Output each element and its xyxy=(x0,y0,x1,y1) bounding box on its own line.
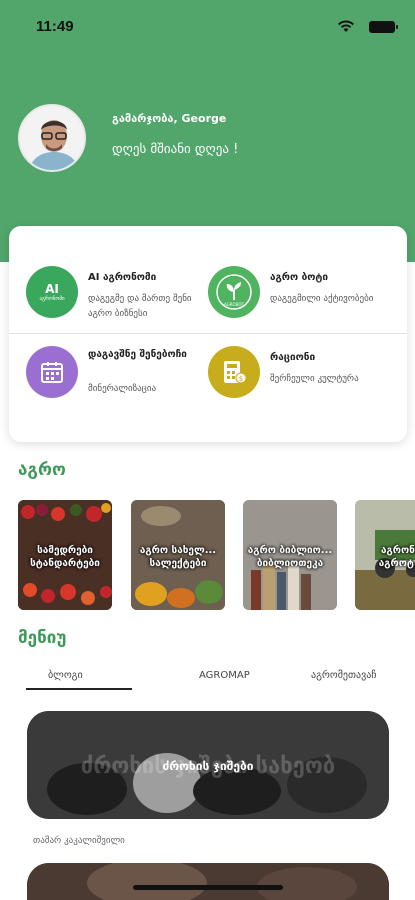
sprout-icon: AGROBOT xyxy=(216,274,252,310)
calendar-icon xyxy=(26,346,78,398)
header: 11:49 გამარჯობა, George დღეს მშიანი დღეა… xyxy=(0,0,415,262)
service-title: აგრო ბოტი xyxy=(270,272,329,283)
blog-card[interactable]: ძროხის ჯიშები სახეობ ძროხის ჯიშები xyxy=(27,711,389,819)
user-photo-icon xyxy=(20,106,84,170)
service-subtitle: მინერალიზაცია xyxy=(88,384,157,394)
agro-item[interactable]: აგრო სახელ... სალექტები xyxy=(131,500,225,610)
agro-item[interactable]: სამედრები სტანდარტები xyxy=(18,500,112,610)
status-bar: 11:49 xyxy=(36,16,398,38)
battery-icon xyxy=(369,21,398,33)
icon-subtext: აგრონომი xyxy=(39,296,65,302)
service-subtitle: დაგეგმილი აქტივობები xyxy=(270,294,374,304)
section-title-menu: მენიუ xyxy=(18,628,67,648)
agro-item-label: აგრონო აგროტ... xyxy=(378,545,415,569)
agro-item[interactable]: აგრო ბიბლიო... ბიბლიოთეკა xyxy=(243,500,337,610)
home-indicator xyxy=(133,885,283,890)
receipt-icon: $ xyxy=(224,361,247,384)
tab-blog[interactable]: ბლოგი xyxy=(48,670,83,681)
service-title: რაციონი xyxy=(270,352,316,363)
service-ai-agronomist[interactable]: AI აგრონომი AI აგრონომი დაგეგმე და მართე… xyxy=(26,266,216,346)
blog-author: თამარ კაკალიშვილი xyxy=(33,836,125,846)
agrobot-icon: AGROBOT xyxy=(208,266,260,318)
status-time: 11:49 xyxy=(36,18,74,35)
calculator-icon: $ xyxy=(208,346,260,398)
blog-card[interactable] xyxy=(27,863,389,900)
blog-image-icon xyxy=(27,863,389,900)
svg-text:$: $ xyxy=(239,375,243,383)
agro-item[interactable]: აგრონო აგროტ... xyxy=(355,500,415,610)
service-fertilizer[interactable]: დაგავშნე შენებოჩი მინერალიზაცია xyxy=(26,346,216,426)
calendar-grid-icon xyxy=(41,362,63,383)
menu-tabs: ბლოგი AGROMAP აგრომეთავაჩ xyxy=(18,666,415,692)
ai-agronomist-icon: AI აგრონომი xyxy=(26,266,78,318)
service-subtitle: დაგეგმე და მართე შენი აგრო ბიზნესი xyxy=(88,294,192,319)
blog-title: ძროხის ჯიშები xyxy=(162,759,254,773)
avatar[interactable] xyxy=(18,104,86,172)
agro-item-label: აგრო სახელ... სალექტები xyxy=(139,545,217,569)
agro-item-label: სამედრები სტანდარტები xyxy=(30,545,100,569)
service-subtitle: შერჩეული კულტურა xyxy=(270,374,359,384)
icon-subtext: AGROBOT xyxy=(224,302,245,307)
icon-text: AI xyxy=(45,282,59,296)
wifi-icon xyxy=(338,20,354,32)
agro-item-label: აგრო ბიბლიო... ბიბლიოთეკა xyxy=(247,545,333,569)
section-title-agro: აგრო xyxy=(18,460,66,480)
active-tab-indicator xyxy=(26,688,132,690)
agro-carousel[interactable]: სამედრები სტანდარტები აგრო სახელ... სალე… xyxy=(18,500,415,612)
tab-agromap[interactable]: AGROMAP xyxy=(199,670,250,681)
greeting-text: გამარჯობა, George xyxy=(112,112,227,125)
service-agro-bot[interactable]: AGROBOT აგრო ბოტი დაგეგმილი აქტივობები xyxy=(208,266,398,346)
subtitle-text: დღეს მშიანი დღეა ! xyxy=(112,142,239,157)
service-title: დაგავშნე შენებოჩი xyxy=(88,349,187,360)
service-title: AI აგრონომი xyxy=(88,272,157,283)
service-ration[interactable]: $ რაციონი შერჩეული კულტურა xyxy=(208,346,398,426)
services-card: AI აგრონომი AI აგრონომი დაგეგმე და მართე… xyxy=(9,226,407,442)
tab-agrometeo[interactable]: აგრომეთავაჩ xyxy=(311,670,377,681)
